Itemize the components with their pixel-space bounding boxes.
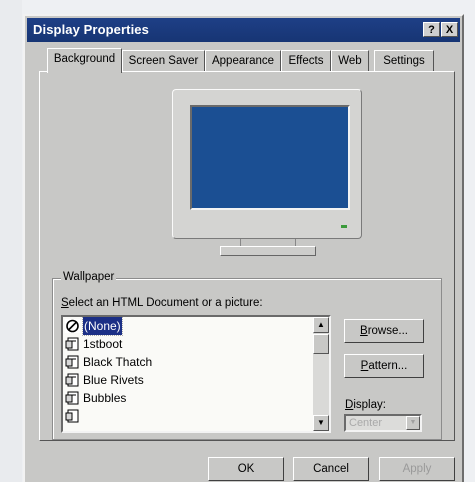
- bitmap-icon: [65, 337, 79, 351]
- instruction-text: elect an HTML Document or a picture:: [68, 297, 263, 309]
- list-item-label: 1stboot: [83, 337, 123, 351]
- bitmap-icon: [65, 355, 79, 369]
- display-label-text: isplay:: [353, 399, 386, 411]
- list-item-label: Blue Rivets: [83, 373, 144, 387]
- list-item-partial[interactable]: [63, 407, 329, 425]
- title-bar: Display Properties ? X: [27, 18, 460, 42]
- tab-strip: Background Screen Saver Appearance Effec…: [41, 48, 461, 73]
- scroll-thumb[interactable]: [313, 334, 329, 354]
- none-icon: [65, 319, 80, 333]
- tab-screen-saver[interactable]: Screen Saver: [122, 50, 205, 71]
- display-dropdown-value: Center: [349, 417, 383, 429]
- bitmap-icon: [65, 391, 79, 405]
- list-item[interactable]: Blue Rivets: [63, 371, 329, 389]
- cancel-button[interactable]: Cancel: [293, 457, 369, 481]
- list-item[interactable]: Bubbles: [63, 389, 329, 407]
- monitor-screen: [190, 105, 350, 210]
- desktop-background: [0, 0, 22, 482]
- wallpaper-group: Wallpaper Select an HTML Document or a p…: [52, 271, 442, 440]
- tab-effects[interactable]: Effects: [281, 50, 331, 71]
- wallpaper-instruction: Select an HTML Document or a picture:: [61, 297, 263, 309]
- wallpaper-group-title: Wallpaper: [61, 271, 117, 283]
- list-item[interactable]: 1stboot: [63, 335, 329, 353]
- help-button[interactable]: ?: [423, 22, 440, 37]
- apply-button[interactable]: Apply: [379, 457, 455, 481]
- wallpaper-list[interactable]: (None) 1stboot Black Thatch Blue Rivets …: [61, 315, 331, 433]
- scroll-down-icon[interactable]: ▼: [313, 415, 329, 431]
- list-item[interactable]: Black Thatch: [63, 353, 329, 371]
- list-item-label: Black Thatch: [83, 355, 153, 369]
- background-tab-panel: Wallpaper Select an HTML Document or a p…: [39, 71, 455, 441]
- pattern-button[interactable]: Pattern...: [344, 354, 424, 378]
- monitor-preview: [172, 89, 362, 239]
- power-light: [341, 225, 347, 228]
- monitor-stand: [220, 246, 316, 256]
- browse-label: rowse...: [367, 325, 408, 337]
- tab-settings[interactable]: Settings: [374, 50, 434, 71]
- window-title: Display Properties: [33, 22, 149, 37]
- display-properties-dialog: Display Properties ? X Background Screen…: [23, 14, 464, 482]
- list-item-label: Bubbles: [83, 391, 127, 405]
- list-item[interactable]: (None): [63, 317, 329, 336]
- ok-button[interactable]: OK: [208, 457, 284, 481]
- tab-web[interactable]: Web: [331, 50, 369, 71]
- close-button[interactable]: X: [441, 22, 458, 37]
- monitor-neck: [240, 239, 296, 246]
- bitmap-icon: [65, 409, 79, 423]
- list-item-label: (None): [82, 317, 123, 336]
- display-dropdown[interactable]: Center ▼: [344, 414, 422, 432]
- tab-appearance[interactable]: Appearance: [205, 50, 281, 71]
- list-scrollbar[interactable]: ▲ ▼: [313, 317, 329, 431]
- scroll-up-icon[interactable]: ▲: [313, 317, 329, 333]
- instruction-accelerator: S: [61, 297, 69, 309]
- browse-accelerator: B: [360, 325, 368, 337]
- tab-background[interactable]: Background: [47, 48, 122, 73]
- bitmap-icon: [65, 373, 79, 387]
- browse-button[interactable]: Browse...: [344, 319, 424, 343]
- pattern-label: attern...: [368, 360, 408, 372]
- display-label: Display:: [345, 399, 386, 411]
- chevron-down-icon[interactable]: ▼: [406, 416, 420, 430]
